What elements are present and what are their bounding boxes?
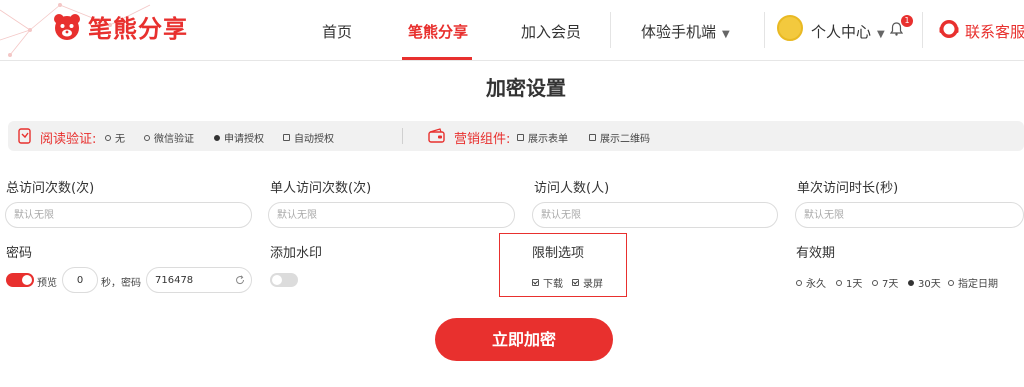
nav-divider [922, 12, 923, 48]
nav-mobile-label: 体验手机端 [641, 23, 717, 41]
option-label: 30天 [918, 279, 941, 290]
customer-service-icon[interactable] [938, 18, 960, 40]
checkbox-icon [283, 134, 290, 141]
password-label: 密码 [6, 246, 33, 261]
visitors-label: 访问人数(人) [534, 181, 610, 196]
brand-logo[interactable]: 笔熊分享 [52, 9, 188, 44]
nav-divider [764, 12, 765, 48]
read-verify-label: 阅读验证: [40, 132, 97, 147]
validity-option-forever[interactable]: 永久 [796, 275, 826, 290]
restriction-download-checkbox[interactable]: 下载 [532, 275, 563, 290]
option-label: 指定日期 [958, 279, 998, 290]
radio-icon [836, 279, 842, 286]
option-label: 自动授权 [294, 134, 334, 145]
restrictions-label: 限制选项 [532, 246, 585, 261]
nav-active-indicator [402, 57, 472, 60]
read-verify-option-auto[interactable]: 自动授权 [283, 130, 334, 145]
marketing-label: 营销组件: [454, 132, 511, 147]
contact-service-link[interactable]: 联系客服 [965, 21, 1024, 42]
option-label: 无 [115, 134, 125, 145]
toggle-knob [22, 275, 32, 285]
user-center-menu[interactable]: 个人中心 ▼ [811, 21, 885, 42]
radio-icon [948, 279, 954, 286]
nav-share[interactable]: 笔熊分享 [408, 21, 468, 42]
option-label: 7天 [882, 279, 899, 290]
validity-option-1day[interactable]: 1天 [836, 275, 862, 290]
wallet-icon [428, 128, 445, 143]
seconds-password-label: 秒，密码 [101, 278, 141, 289]
options-bar: 阅读验证: 无 微信验证 申请授权 自动授权 营销组件: 展示表单 展示二维码 [8, 121, 1024, 151]
brand-name: 笔熊分享 [88, 15, 188, 43]
encrypt-now-button[interactable]: 立即加密 [435, 318, 613, 361]
read-verify-icon [18, 128, 31, 144]
watermark-toggle[interactable] [270, 273, 298, 287]
duration-input[interactable] [795, 202, 1024, 228]
radio-checked-icon [908, 279, 914, 286]
marketing-option-qrcode[interactable]: 展示二维码 [589, 130, 650, 145]
option-label: 微信验证 [154, 134, 194, 145]
checkbox-checked-icon [532, 279, 539, 286]
chevron-down-icon: ▼ [877, 29, 885, 40]
radio-icon [796, 279, 802, 286]
nav-mobile[interactable]: 体验手机端 ▼ [641, 21, 730, 42]
option-label: 下载 [543, 279, 563, 290]
restriction-screen-record-checkbox[interactable]: 录屏 [572, 275, 603, 290]
page-title: 加密设置 [486, 76, 566, 100]
total-visits-input[interactable] [5, 202, 252, 228]
radio-icon [105, 134, 111, 141]
preview-label: 预览 [37, 278, 57, 289]
read-verify-option-wechat[interactable]: 微信验证 [144, 130, 194, 145]
notification-badge: 1 [901, 15, 913, 27]
read-verify-option-apply[interactable]: 申请授权 [214, 130, 264, 145]
bear-logo-icon [54, 13, 80, 40]
validity-option-30day[interactable]: 30天 [908, 275, 941, 290]
radio-icon [872, 279, 878, 286]
chevron-down-icon: ▼ [722, 29, 730, 40]
nav-membership[interactable]: 加入会员 [521, 21, 581, 42]
option-label: 1天 [846, 279, 863, 290]
single-visits-label: 单人访问次数(次) [270, 181, 372, 196]
checkbox-icon [589, 134, 596, 141]
option-label: 申请授权 [224, 134, 264, 145]
duration-label: 单次访问时长(秒) [797, 181, 899, 196]
total-visits-label: 总访问次数(次) [6, 181, 95, 196]
refresh-icon[interactable] [235, 275, 245, 285]
checkbox-checked-icon [572, 279, 579, 286]
marketing-option-form[interactable]: 展示表单 [517, 130, 568, 145]
option-label: 录屏 [583, 279, 603, 290]
toggle-knob [272, 275, 282, 285]
validity-option-custom-date[interactable]: 指定日期 [948, 275, 998, 290]
read-verify-option-none[interactable]: 无 [105, 130, 125, 145]
single-visits-input[interactable] [268, 202, 515, 228]
option-label: 展示二维码 [600, 134, 650, 145]
validity-label: 有效期 [796, 246, 836, 261]
nav-home[interactable]: 首页 [322, 21, 352, 42]
option-label: 展示表单 [528, 134, 568, 145]
bar-divider [402, 128, 403, 144]
avatar[interactable] [777, 15, 803, 41]
preview-seconds-input[interactable] [62, 267, 98, 293]
top-header: 笔熊分享 首页 笔熊分享 加入会员 体验手机端 ▼ 个人中心 ▼ 1 联系客服 [0, 0, 1024, 61]
watermark-label: 添加水印 [270, 246, 323, 261]
radio-icon [144, 134, 150, 141]
validity-option-7day[interactable]: 7天 [872, 275, 898, 290]
nav-divider [610, 12, 611, 48]
radio-checked-icon [214, 134, 220, 141]
user-center-label: 个人中心 [811, 23, 872, 41]
visitors-input[interactable] [532, 202, 778, 228]
password-toggle[interactable] [6, 273, 34, 287]
option-label: 永久 [806, 279, 826, 290]
checkbox-icon [517, 134, 524, 141]
